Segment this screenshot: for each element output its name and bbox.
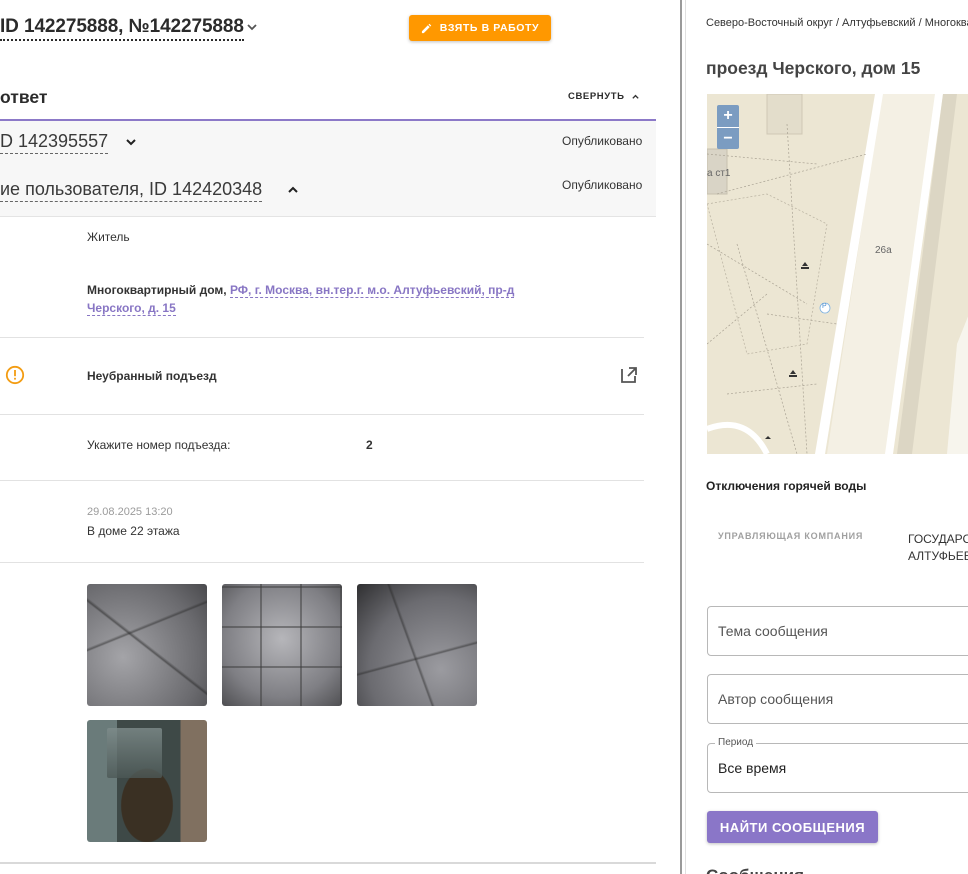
find-messages-button[interactable]: НАЙТИ СООБЩЕНИЯ [707, 811, 878, 843]
collapse-button[interactable]: СВЕРНУТЬ [568, 91, 640, 102]
subject-placeholder: Тема сообщения [718, 623, 828, 639]
scrollbar[interactable] [680, 0, 682, 874]
collapse-label: СВЕРНУТЬ [568, 91, 625, 102]
chevron-down-icon[interactable] [124, 135, 138, 149]
take-to-work-label: ВЗЯТЬ В РАБОТУ [439, 22, 540, 34]
management-company-line-2: АЛТУФЬЕВ [908, 549, 968, 563]
divider [0, 414, 644, 415]
subject-field[interactable]: Тема сообщения [707, 606, 968, 656]
status-badge: Опубликовано [562, 134, 643, 148]
divider [0, 562, 644, 563]
entrance-value: 2 [366, 438, 373, 452]
zoom-out-button[interactable]: − [717, 127, 739, 149]
zoom-in-button[interactable]: + [717, 105, 739, 127]
object-info-panel: Северо-Восточный округ / Алтуфьевский / … [686, 0, 968, 874]
photo-thumbnail-4[interactable] [87, 720, 207, 842]
period-label: Период [715, 737, 757, 748]
author-field[interactable]: Автор сообщения [707, 674, 968, 724]
management-company-line-1: ГОСУДАРС [908, 532, 968, 546]
page-title: проезд Черского, дом 15 [706, 58, 921, 78]
breadcrumb[interactable]: Северо-Восточный округ / Алтуфьевский / … [706, 17, 968, 29]
ticket-title[interactable]: ID 142275888, №142275888 [0, 16, 244, 41]
period-select[interactable]: Период Все время [707, 737, 968, 793]
map-house-label: 26а [875, 245, 892, 256]
answer-section-title: ответ [0, 87, 48, 107]
message-date: 29.08.2025 13:20 [87, 506, 173, 518]
map-canvas [707, 94, 968, 454]
photo-thumbnail-3[interactable] [357, 584, 477, 706]
take-to-work-button[interactable]: ВЗЯТЬ В РАБОТУ [409, 15, 551, 41]
map-building-label: а ст1 [707, 168, 731, 179]
hot-water-outages-title: Отключения горячей воды [706, 479, 867, 493]
management-company-label: УПРАВЛЯЮЩАЯ КОМПАНИЯ [718, 531, 864, 541]
management-company-value: ГОСУДАРС АЛТУФЬЕВ [908, 531, 968, 565]
ticket-panel: ID 142275888, №142275888 ВЗЯТЬ В РАБОТУ … [0, 0, 680, 874]
chevron-up-icon[interactable] [286, 183, 300, 197]
divider [0, 862, 656, 864]
address-type: Многоквартирный дом, [87, 283, 230, 297]
author-placeholder: Автор сообщения [718, 691, 834, 707]
issue-title: Неубранный подъезд [87, 369, 217, 383]
external-link-icon[interactable] [620, 366, 638, 384]
message-text: В доме 22 этажа [87, 524, 180, 538]
entrance-label: Укажите номер подъезда: [87, 438, 231, 452]
parking-icon: P [822, 303, 827, 310]
period-value: Все время [718, 760, 787, 776]
warning-icon [5, 365, 25, 385]
author-role: Житель [87, 230, 130, 244]
pencil-icon [421, 23, 432, 33]
map[interactable]: 26а а ст1 P + − [707, 94, 968, 454]
chevron-up-icon [631, 94, 639, 99]
divider [0, 337, 644, 338]
user-message-toggle[interactable]: ие пользователя, ID 142420348 [0, 179, 263, 202]
messages-heading: Сообщения [706, 866, 804, 874]
divider [0, 480, 644, 481]
chevron-down-icon[interactable] [245, 20, 259, 34]
object-address: Многоквартирный дом, РФ, г. Москва, вн.т… [87, 281, 527, 317]
response-id-toggle[interactable]: D 142395557 [0, 131, 109, 154]
photo-thumbnail-1[interactable] [87, 584, 207, 706]
photo-thumbnail-2[interactable] [222, 584, 342, 706]
status-badge: Опубликовано [562, 178, 643, 192]
